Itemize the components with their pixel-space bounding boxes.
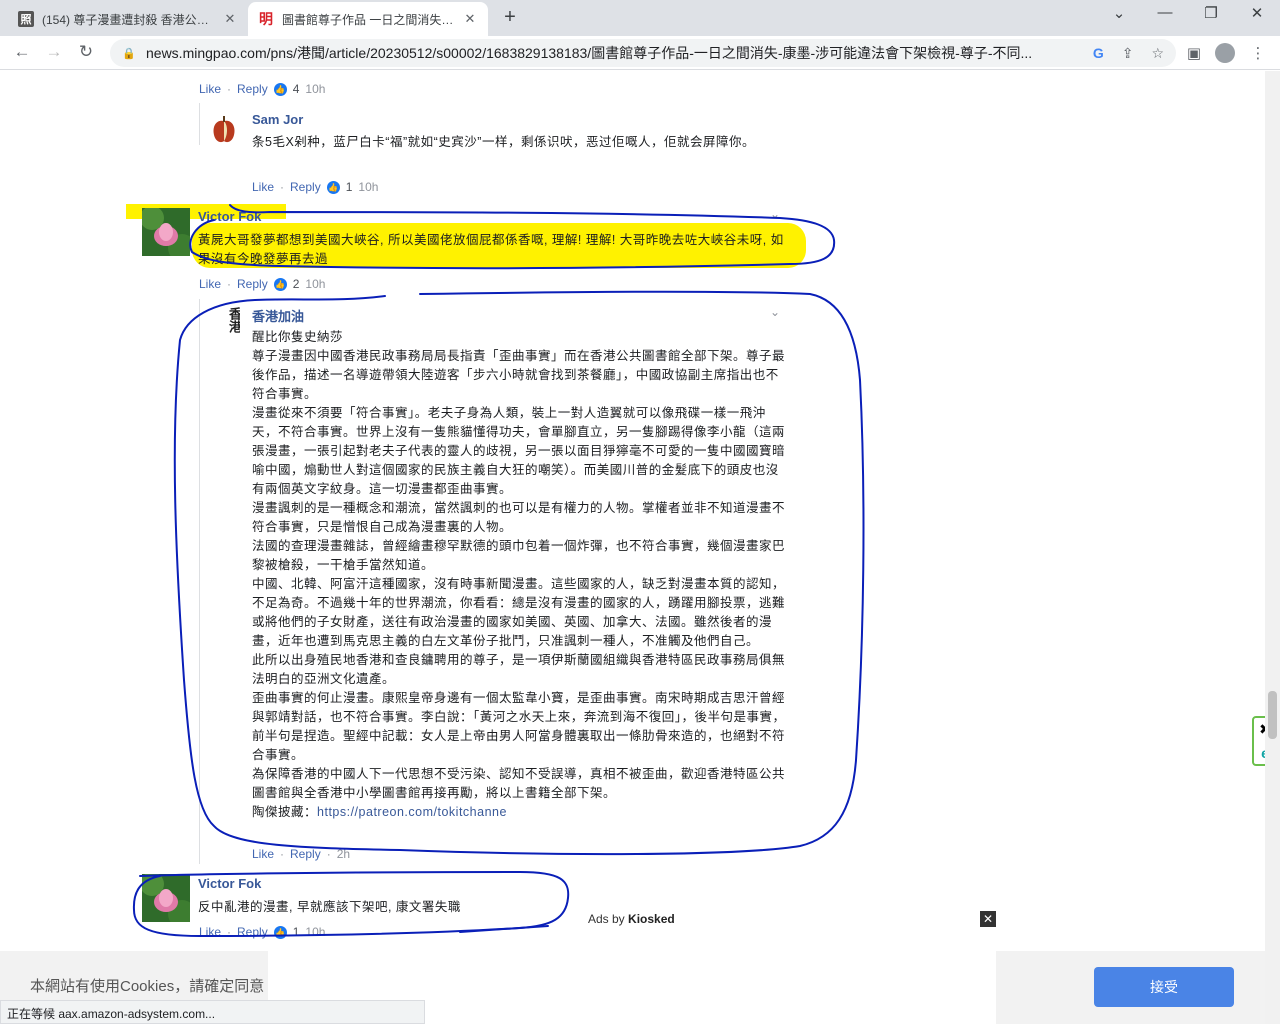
comment-time[interactable]: 10h [305,82,325,96]
tab-title: (154) 尊子漫畫遭封殺 香港公共圖 [42,12,216,27]
mingpao-favicon-icon: 明 [259,11,273,27]
address-bar[interactable]: 🔒 news.mingpao.com/pns/港聞/article/202305… [110,39,1176,67]
reply-link[interactable]: Reply [290,180,321,194]
google-icon[interactable]: G [1093,45,1104,61]
comment-time[interactable]: 10h [305,925,325,939]
restore-button[interactable]: ❐ [1196,4,1226,22]
like-link[interactable]: Like [199,925,221,939]
scroll-thumb[interactable] [1268,691,1277,739]
like-link[interactable]: Like [252,180,274,194]
profile-icon[interactable] [1215,43,1235,63]
status-bar: 正在等候 aax.amazon-adsystem.com... [0,1000,425,1024]
like-link[interactable]: Like [199,277,221,291]
comment-actions: Like · Reply · 2h [252,847,351,861]
scrollbar[interactable] [1265,71,1280,1024]
comment-time[interactable]: 2h [337,847,350,861]
reload-button[interactable]: ↻ [74,42,98,62]
lotus-avatar-icon [142,874,190,922]
minimize-button[interactable]: — [1150,4,1180,21]
like-link[interactable]: Like [199,82,221,96]
patreon-link[interactable]: https://patreon.com/tokitchanne [317,805,507,819]
reply-link[interactable]: Reply [290,847,321,861]
chevron-down-icon[interactable]: ⌄ [770,305,780,319]
like-count: 2 [292,277,300,291]
url-text[interactable]: news.mingpao.com/pns/港聞/article/20230512… [146,43,1075,63]
tab-facebook[interactable]: 照 (154) 尊子漫畫遭封殺 香港公共圖 ✕ [8,2,248,36]
thumbs-up-icon: 👍 [273,82,287,96]
menu-icon[interactable]: ⋮ [1248,44,1268,62]
comment-paragraph: 中國、北韓、阿富汗這種國家，沒有時事新聞漫畫。這些國家的人，缺乏對漫畫本質的認知… [252,577,786,648]
comment-body: 醒比你隻史納莎 尊子漫畫因中國香港民政事務局局長指責「歪曲事實」而在香港公共圖書… [252,328,787,822]
comment-time[interactable]: 10h [305,277,325,291]
avatar[interactable]: 香港 [214,307,240,337]
comment-paragraph: 為保障香港的中國人下一代思想不受污染、認知不受誤導，真相不被歪曲，歡迎香港特區公… [252,767,786,800]
sidepanel-icon[interactable]: ▣ [1184,44,1204,62]
comment-actions: Like · Reply 👍 2 10h [199,277,326,291]
comment-paragraph: 醒比你隻史納莎 [252,330,344,344]
accept-cookies-button[interactable]: 接受 [1094,967,1234,1007]
facebook-favicon-icon: 照 [18,11,34,27]
like-link[interactable]: Like [252,847,274,861]
comment-paragraph: 尊子漫畫因中國香港民政事務局局長指責「歪曲事實」而在香港公共圖書館全部下架。尊子… [252,349,786,401]
comment-paragraph: 法國的查理漫畫雜誌，曾經繪畫穆罕默德的頭巾包着一個炸彈，也不符合事實，幾個漫畫家… [252,539,786,572]
cookie-text: 本網站有使用Cookies，請確定同意 [30,978,265,995]
reply-link[interactable]: Reply [237,277,268,291]
close-tab-icon[interactable]: ✕ [462,11,478,27]
comment-paragraph: 此所以出身殖民地香港和查良鏞聘用的尊子，是一項伊斯蘭國組織與香港特區民政事務局俱… [252,653,786,686]
comment-link-line: 陶傑披藏：https://patreon.com/tokitchanne [252,803,787,822]
comment-text: 反中亂港的漫畫, 早就應該下架吧, 康文署失職 [198,900,461,914]
page-content: Like · Reply 👍 4 10h Sam Jor 条5毛X剁种，蓝尸白卡… [0,71,1280,1024]
tab-bar: 照 (154) 尊子漫畫遭封殺 香港公共圖 ✕ 明 圖書館尊子作品 一日之間消失… [0,0,1280,36]
close-window-button[interactable]: ✕ [1242,4,1272,22]
lotus-avatar-icon [142,208,190,256]
comment-actions: Like · Reply 👍 1 10h [252,180,379,194]
thumbs-up-icon: 👍 [273,277,287,291]
avatar[interactable] [142,208,190,256]
lock-icon[interactable]: 🔒 [122,47,136,60]
browser-toolbar: ← → ↻ 🔒 news.mingpao.com/pns/港聞/article/… [0,36,1280,70]
star-icon[interactable]: ☆ [1151,45,1164,62]
thread-line [199,299,200,864]
comment-text: 黃屍大哥發夢都想到美國大峽谷, 所以美國佬放個屁都係香嘅, 理解! 理解! 大哥… [198,233,784,266]
close-ad-icon[interactable]: ✕ [980,911,996,927]
comment-paragraph: 漫畫諷刺的是一種概念和潮流，當然諷刺的也可以是有權力的人物。掌權者並非不知道漫畫… [252,501,786,534]
comment-actions: Like · Reply 👍 4 10h [199,82,326,96]
comment-text: 条5毛X剁种，蓝尸白卡“福”就如“史宾沙”一样，剩係识吠，恶过佢嘅人，佢就会屏障… [252,135,755,149]
reply-link[interactable]: Reply [237,82,268,96]
comment-paragraph: 漫畫從來不須要「符合事實」。老夫子身為人類，裝上一對人造翼就可以像飛碟一樣一飛沖… [252,406,786,496]
like-count: 1 [292,925,300,939]
comment-author[interactable]: Victor Fok [198,876,261,891]
ads-label[interactable]: Ads by Kiosked [588,912,675,926]
like-count: 4 [292,82,300,96]
comment-paragraph: 歪曲事實的何止漫畫。康熙皇帝身邊有一個太監韋小寶，是歪曲事實。南宋時期成吉思汗曾… [252,691,786,762]
comment-author[interactable]: Victor Fok [198,209,261,224]
comment-author[interactable]: Sam Jor [252,112,303,127]
comment-author[interactable]: 香港加油 [252,306,304,325]
thumbs-up-icon: 👍 [326,180,340,194]
share-icon[interactable]: ⇪ [1122,45,1134,62]
tab-mingpao[interactable]: 明 圖書館尊子作品 一日之間消失 康 ✕ [248,2,488,36]
kiosked-brand: Kiosked [628,912,675,926]
like-count: 1 [345,180,353,194]
thread-line [199,103,200,145]
link-prefix: 陶傑披藏： [252,805,318,819]
comment-actions: Like · Reply 👍 1 10h [199,925,326,939]
avatar[interactable] [208,113,240,145]
close-tab-icon[interactable]: ✕ [222,11,238,27]
avatar[interactable] [142,874,190,922]
reply-link[interactable]: Reply [237,925,268,939]
chevron-down-icon[interactable]: ⌄ [770,207,780,221]
apple-avatar-icon [208,113,240,145]
thumbs-up-icon: 👍 [273,925,287,939]
tab-title: 圖書館尊子作品 一日之間消失 康 [282,12,456,27]
new-tab-button[interactable]: + [498,6,522,29]
comment-time[interactable]: 10h [358,180,378,194]
tab-search-icon[interactable]: ⌄ [1104,4,1134,22]
forward-button[interactable]: → [42,42,66,62]
back-button[interactable]: ← [10,42,34,62]
